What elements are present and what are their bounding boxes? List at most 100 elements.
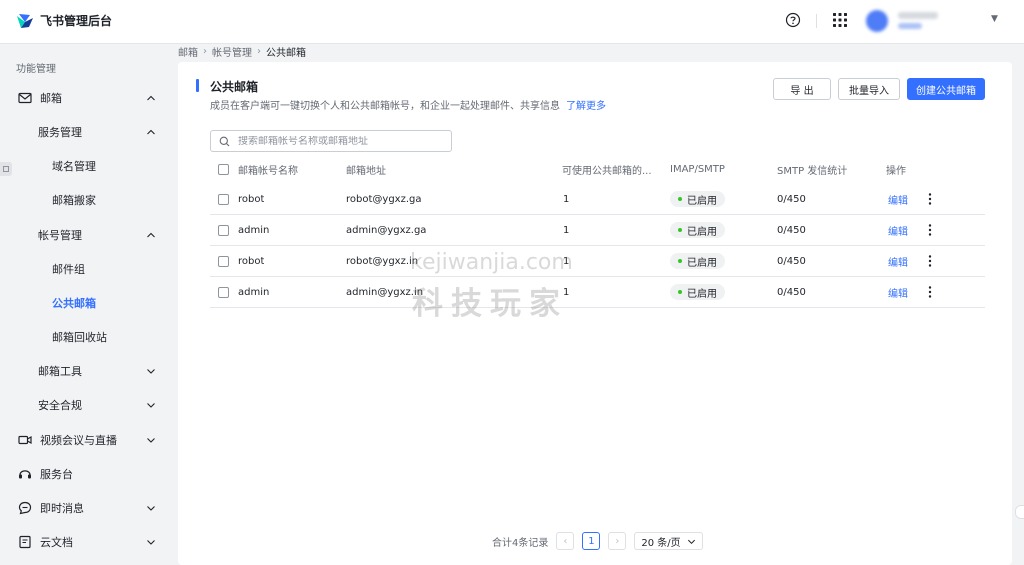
chevron-down-icon: [147, 540, 155, 545]
sidebar-item-mail-tools[interactable]: 邮箱工具: [0, 357, 178, 385]
app-grid-icon[interactable]: [833, 13, 847, 27]
status-badge: 已启用: [670, 253, 725, 269]
sidebar-item-video-meetings[interactable]: 视频会议与直播: [0, 426, 178, 454]
cell-name: robot: [238, 255, 265, 267]
column-header-members: 可使用公共邮箱的...: [562, 165, 652, 177]
column-header-imap-smtp: IMAP/SMTP: [670, 163, 725, 175]
sidebar-item-cloud-docs[interactable]: 云文档: [0, 528, 178, 556]
sidebar-item-domain-management[interactable]: 域名管理: [0, 152, 178, 180]
column-header-smtp-stats: SMTP 发信统计: [777, 165, 848, 177]
cell-name: admin: [238, 224, 270, 236]
document-icon: [19, 535, 31, 549]
user-menu-caret-icon[interactable]: ▼: [991, 14, 998, 24]
column-header-actions: 操作: [886, 165, 906, 177]
more-actions-icon[interactable]: [925, 192, 935, 206]
top-bar: 飞书管理后台 ▼: [0, 0, 1024, 44]
pagination: 合计4条记录 ‹ 1 › 20 条/页: [492, 531, 703, 551]
breadcrumb-separator-icon: ›: [257, 45, 261, 57]
video-camera-icon: [18, 435, 32, 445]
breadcrumb-item-account-management[interactable]: 帐号管理: [212, 44, 252, 59]
chevron-down-icon: [687, 539, 695, 544]
help-icon[interactable]: [785, 12, 801, 28]
cell-smtp-stats: 0/450: [777, 255, 806, 267]
next-page-button[interactable]: ›: [608, 532, 627, 550]
page-number-button[interactable]: 1: [582, 532, 601, 550]
search-box[interactable]: [210, 130, 452, 152]
cell-members: 1: [563, 224, 570, 236]
batch-import-button[interactable]: 批量导入: [838, 78, 900, 100]
sidebar: 功能管理 邮箱 服务管理 域名管理 邮箱搬家 帐号管理 邮件组 公共邮箱 邮箱回…: [0, 44, 178, 565]
create-public-mailbox-button[interactable]: 创建公共邮箱: [907, 78, 985, 100]
sidebar-item-account-management[interactable]: 帐号管理: [0, 221, 178, 249]
chat-bubble-icon: [18, 501, 32, 515]
chevron-down-icon: [147, 506, 155, 511]
cell-smtp-stats: 0/450: [777, 224, 806, 236]
row-checkbox[interactable]: [218, 193, 229, 205]
select-all-checkbox[interactable]: [218, 163, 229, 175]
chevron-up-icon: [147, 95, 155, 101]
title-accent-bar: [196, 79, 199, 92]
more-actions-icon[interactable]: [925, 285, 935, 299]
page-description: 成员在客户端可一键切换个人和公共邮箱帐号，和企业一起处理邮件、共享信息 了解更多: [210, 101, 606, 112]
table-row: admin admin@ygxz.in 1 已启用 0/450 编辑: [210, 277, 985, 308]
edit-link[interactable]: 编辑: [888, 215, 908, 245]
cell-members: 1: [563, 255, 570, 267]
sidebar-item-mailbox-recycle-bin[interactable]: 邮箱回收站: [0, 323, 178, 351]
table-row: robot robot@ygxz.ga 1 已启用 0/450 编辑: [210, 184, 985, 215]
chevron-down-icon: [147, 369, 155, 374]
sidebar-item-service-management[interactable]: 服务管理: [0, 118, 178, 146]
user-name-blurred: [898, 12, 938, 19]
sidebar-item-instant-messaging[interactable]: 即时消息: [0, 494, 178, 522]
cell-address: admin@ygxz.in: [346, 286, 424, 298]
edit-link[interactable]: 编辑: [888, 277, 908, 307]
user-avatar[interactable]: [866, 10, 888, 32]
sidebar-item-mail-migration[interactable]: 邮箱搬家: [0, 186, 178, 214]
app-logo[interactable]: 飞书管理后台: [16, 12, 112, 29]
more-actions-icon[interactable]: [925, 223, 935, 237]
chevron-down-icon: [147, 403, 155, 408]
status-badge: 已启用: [670, 222, 725, 238]
status-badge: 已启用: [670, 284, 725, 300]
status-dot-icon: [678, 228, 682, 232]
sidebar-item-security-compliance[interactable]: 安全合规: [0, 391, 178, 419]
search-input[interactable]: [238, 135, 438, 147]
status-dot-icon: [678, 259, 682, 263]
table-header-row: 邮箱帐号名称 邮箱地址 可使用公共邮箱的... IMAP/SMTP SMTP 发…: [210, 154, 985, 184]
app-title: 飞书管理后台: [40, 14, 113, 28]
breadcrumb-item-mail[interactable]: 邮箱: [178, 44, 198, 59]
prev-page-button[interactable]: ‹: [556, 532, 575, 550]
sidebar-item-mail-groups[interactable]: 邮件组: [0, 255, 178, 283]
cell-smtp-stats: 0/450: [777, 286, 806, 298]
sidebar-item-help-desk[interactable]: 服务台: [0, 460, 178, 488]
edit-link[interactable]: 编辑: [888, 246, 908, 276]
row-checkbox[interactable]: [218, 255, 229, 267]
more-actions-icon[interactable]: [925, 254, 935, 268]
export-button[interactable]: 导 出: [773, 78, 831, 100]
chevron-down-icon: [147, 438, 155, 443]
breadcrumb-separator-icon: ›: [203, 45, 207, 57]
edit-link[interactable]: 编辑: [888, 184, 908, 214]
right-edge-handle[interactable]: [1015, 505, 1024, 519]
sidebar-item-mail[interactable]: 邮箱: [0, 84, 178, 112]
row-checkbox[interactable]: [218, 224, 229, 236]
column-header-address: 邮箱地址: [346, 165, 386, 177]
cell-name: admin: [238, 286, 270, 298]
cell-name: robot: [238, 193, 265, 205]
cell-address: robot@ygxz.ga: [346, 193, 422, 205]
cell-members: 1: [563, 286, 570, 298]
page-size-select[interactable]: 20 条/页: [634, 532, 703, 550]
chevron-up-icon: [147, 129, 155, 135]
learn-more-link[interactable]: 了解更多: [566, 101, 606, 112]
cell-smtp-stats: 0/450: [777, 193, 806, 205]
status-badge: 已启用: [670, 191, 725, 207]
breadcrumb: 邮箱 › 帐号管理 › 公共邮箱: [178, 44, 306, 59]
mailbox-table: 邮箱帐号名称 邮箱地址 可使用公共邮箱的... IMAP/SMTP SMTP 发…: [210, 154, 985, 308]
row-checkbox[interactable]: [218, 286, 229, 298]
headset-icon: [19, 470, 31, 479]
cell-address: robot@ygxz.in: [346, 255, 419, 267]
header-divider: [816, 14, 817, 28]
sidebar-item-public-mailbox[interactable]: 公共邮箱: [0, 289, 178, 317]
main-panel: 公共邮箱 成员在客户端可一键切换个人和公共邮箱帐号，和企业一起处理邮件、共享信息…: [178, 62, 1012, 565]
mail-icon: [18, 92, 32, 104]
status-dot-icon: [678, 197, 682, 201]
